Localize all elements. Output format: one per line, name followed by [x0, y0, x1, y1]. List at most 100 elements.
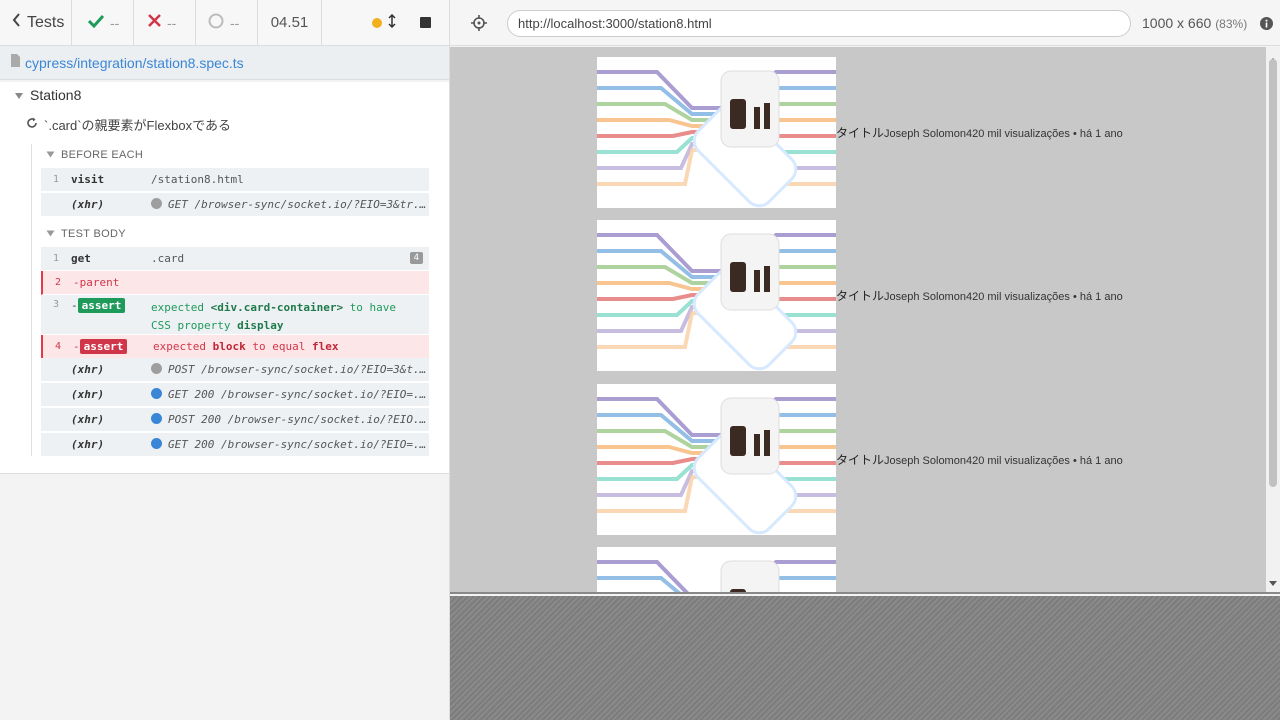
file-icon	[10, 53, 21, 72]
circuit-trace	[597, 576, 836, 592]
card-title: タイトル	[836, 453, 885, 467]
cube-bar	[764, 103, 770, 129]
card-author: Joseph Solomon	[884, 128, 966, 140]
refresh-icon	[26, 117, 38, 132]
tree-line	[31, 144, 32, 456]
scrollbar[interactable]	[1266, 47, 1280, 592]
cube-window	[730, 99, 746, 129]
before-each-header[interactable]: BEFORE EACH	[46, 149, 143, 161]
caret-down-icon	[14, 87, 24, 103]
card	[597, 547, 836, 594]
runnables-list: Station8 `.card`の親要素がFlexboxである BEFORE E…	[0, 82, 449, 474]
check-icon	[87, 14, 105, 32]
status-dot-icon	[151, 363, 162, 374]
command-row-assert-failed[interactable]: 4 - assert expected block to equal flex	[41, 335, 429, 359]
circuit-trace	[597, 249, 836, 279]
command-row[interactable]: (xhr) POST /browser-sync/socket.io/?EIO=…	[41, 358, 429, 382]
card-views: 420 mil visualizações	[965, 291, 1070, 303]
viewport-size[interactable]: 1000 x 660 (83%)	[1142, 15, 1247, 31]
pending-count: --	[196, 0, 258, 45]
circuit-illustration	[597, 233, 836, 371]
assert-badge: assert	[79, 339, 128, 354]
cube-bar	[764, 266, 770, 292]
card-author: Joseph Solomon	[884, 455, 966, 467]
circle-notch-icon	[208, 13, 224, 33]
tests-back-button[interactable]: Tests	[0, 0, 72, 45]
scroll-down-icon[interactable]	[1269, 573, 1277, 591]
element-count-badge: 4	[409, 252, 423, 264]
command-row-assert[interactable]: 3 - assert expected <div.card-container> …	[41, 295, 429, 335]
cube-icon	[720, 397, 780, 475]
card-thumbnail	[597, 547, 836, 594]
chevron-left-icon	[12, 13, 21, 32]
aut-header: http://localhost:3000/station8.html 1000…	[450, 0, 1280, 46]
cube-icon	[720, 560, 780, 592]
spec-path-row: cypress/integration/station8.spec.ts	[0, 46, 449, 80]
card-views: 420 mil visualizações	[965, 128, 1070, 140]
command-row[interactable]: (xhr) POST 200 /browser-sync/socket.io/?…	[41, 408, 429, 432]
cube-icon	[720, 70, 780, 148]
card-title: タイトル	[836, 289, 885, 303]
arrows-vertical-icon	[388, 13, 396, 32]
command-row[interactable]: (xhr) GET /browser-sync/socket.io/?EIO=3…	[41, 193, 429, 217]
cube-window	[730, 426, 746, 456]
cube-bar	[754, 434, 760, 456]
command-row[interactable]: (xhr) GET 200 /browser-sync/socket.io/?E…	[41, 433, 429, 457]
failed-count: --	[134, 0, 196, 45]
cube-bar	[764, 593, 770, 594]
passed-count: --	[72, 0, 134, 45]
suite-title[interactable]: Station8	[14, 87, 81, 103]
cube-bar	[764, 430, 770, 456]
duration: 04.51	[258, 0, 322, 45]
circuit-trace	[597, 86, 836, 116]
cube-bar	[754, 107, 760, 129]
cube-window	[730, 589, 746, 592]
status-dot-icon	[151, 198, 162, 209]
card-author: Joseph Solomon	[884, 291, 966, 303]
command-row-failed[interactable]: 2 -parent	[41, 271, 429, 295]
cube-window	[730, 262, 746, 292]
status-dot-icon	[151, 413, 162, 424]
card-views: 420 mil visualizações	[965, 455, 1070, 467]
aut-empty-area	[450, 596, 1280, 720]
card-thumbnail	[597, 57, 836, 208]
caret-down-icon	[46, 228, 55, 240]
command-row[interactable]: 1 get .card 4	[41, 247, 429, 271]
command-row[interactable]: (xhr) GET 200 /browser-sync/socket.io/?E…	[41, 383, 429, 407]
circuit-illustration	[597, 560, 836, 594]
circuit-illustration	[597, 70, 836, 208]
card-thumbnail	[597, 384, 836, 535]
card-age: há 1 ano	[1079, 455, 1123, 467]
cube-icon	[720, 233, 780, 311]
stop-icon[interactable]	[420, 17, 431, 28]
auto-scroll-toggle[interactable]	[372, 13, 396, 32]
run-controls	[322, 0, 449, 45]
running-dot-icon	[372, 17, 382, 28]
info-icon[interactable]	[1260, 17, 1273, 35]
circuit-illustration	[597, 397, 836, 535]
status-dot-icon	[151, 438, 162, 449]
scrollbar-thumb[interactable]	[1269, 59, 1277, 487]
reporter-topbar: Tests -- -- -- 04.51	[0, 0, 449, 46]
reporter-panel: Tests -- -- -- 04.51 cypress/integration…	[0, 0, 450, 720]
status-dot-icon	[151, 388, 162, 399]
assert-badge: assert	[77, 298, 126, 313]
circuit-trace	[597, 413, 836, 443]
card: タイトルJoseph Solomon420 mil visualizações …	[597, 220, 1123, 371]
test-body-header[interactable]: TEST BODY	[46, 228, 126, 240]
card-thumbnail	[597, 220, 836, 371]
command-row[interactable]: 1 visit /station8.html	[41, 168, 429, 192]
url-field[interactable]: http://localhost:3000/station8.html	[507, 10, 1131, 37]
cube-bar	[754, 270, 760, 292]
aut-iframe: タイトルJoseph Solomon420 mil visualizações …	[450, 47, 1280, 594]
card: タイトルJoseph Solomon420 mil visualizações …	[597, 384, 1123, 535]
tests-label: Tests	[27, 13, 65, 31]
x-icon	[148, 14, 161, 31]
spec-file-link[interactable]: cypress/integration/station8.spec.ts	[25, 55, 244, 71]
crosshairs-icon[interactable]	[471, 15, 487, 36]
test-title[interactable]: `.card`の親要素がFlexboxである	[26, 115, 231, 134]
card: タイトルJoseph Solomon420 mil visualizações …	[597, 57, 1123, 208]
card-age: há 1 ano	[1079, 128, 1123, 140]
card-age: há 1 ano	[1079, 291, 1123, 303]
caret-down-icon	[46, 149, 55, 161]
